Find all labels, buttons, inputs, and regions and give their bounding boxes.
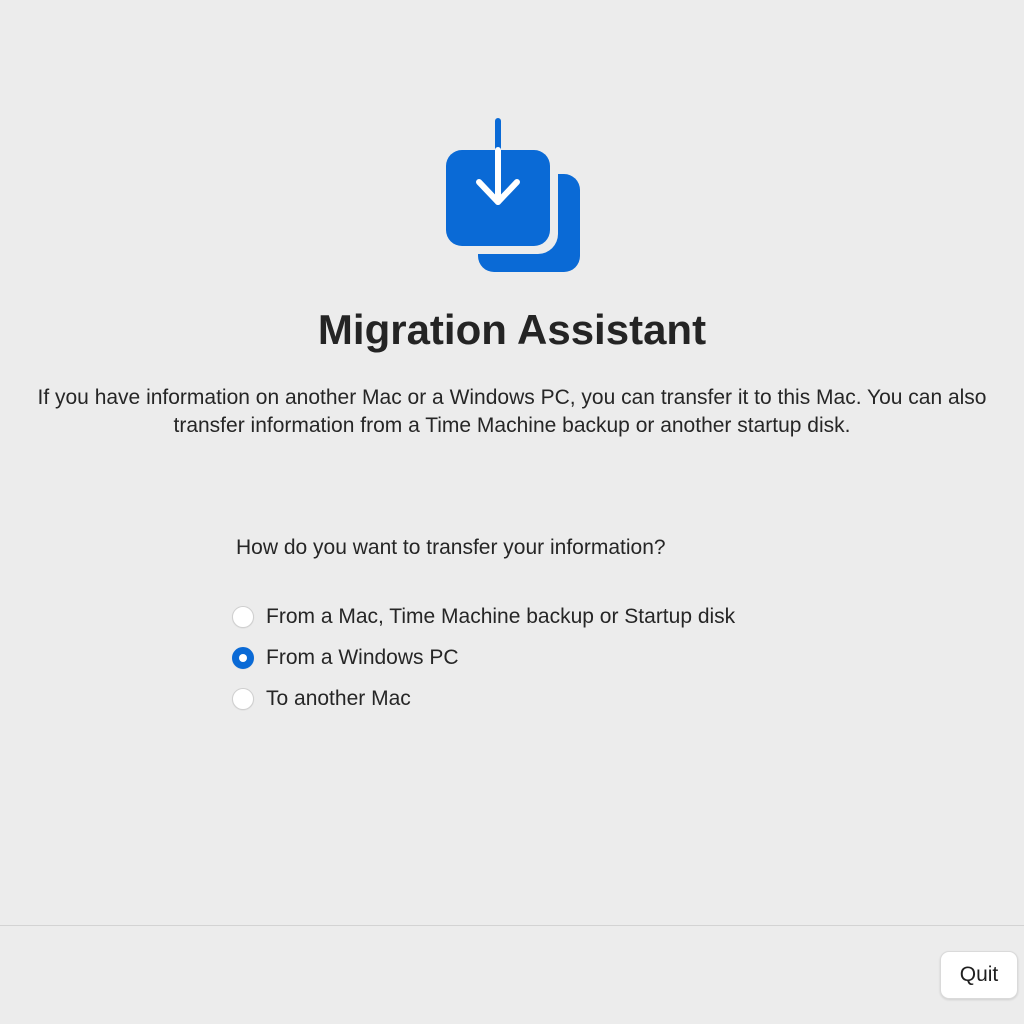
option-from-windows-pc[interactable]: From a Windows PC (232, 637, 735, 678)
option-label: To another Mac (266, 686, 411, 710)
description-line-2: transfer information from a Time Machine… (173, 414, 851, 437)
transfer-options-group: From a Mac, Time Machine backup or Start… (232, 596, 735, 719)
migration-assistant-window: Migration Assistant If you have informat… (0, 0, 1024, 1024)
option-from-mac[interactable]: From a Mac, Time Machine backup or Start… (232, 596, 735, 637)
migration-download-icon (444, 118, 580, 272)
radio-from-windows-pc[interactable] (232, 646, 254, 669)
option-label: From a Mac, Time Machine backup or Start… (266, 604, 736, 628)
option-label: From a Windows PC (266, 645, 459, 669)
radio-to-another-mac[interactable] (232, 687, 254, 710)
description-line-1: If you have information on another Mac o… (37, 386, 987, 409)
quit-button[interactable]: Quit (940, 951, 1018, 999)
page-title: Migration Assistant (317, 306, 707, 353)
transfer-question: How do you want to transfer your informa… (236, 536, 666, 559)
option-to-another-mac[interactable]: To another Mac (232, 678, 735, 719)
footer-divider (0, 925, 1024, 926)
description-text: If you have information on another Mac o… (0, 384, 1024, 440)
radio-from-mac[interactable] (232, 605, 254, 628)
radio-selected-dot (239, 653, 247, 662)
